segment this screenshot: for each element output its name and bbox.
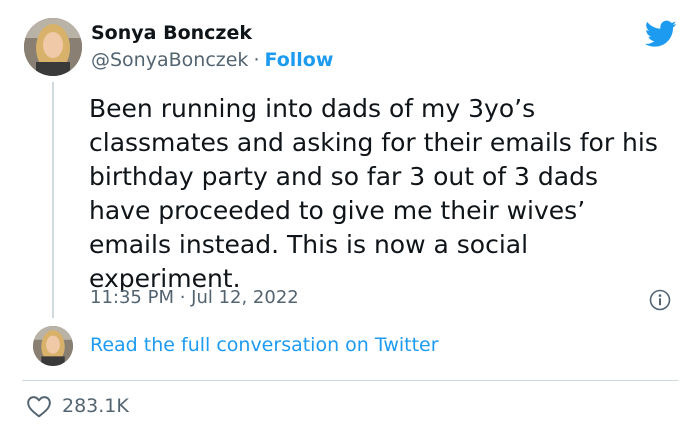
avatar-photo <box>33 326 73 366</box>
author-handle[interactable]: @SonyaBonczek <box>91 49 248 71</box>
read-conversation-link[interactable]: Read the full conversation on Twitter <box>90 334 439 356</box>
like-button[interactable]: 283.1K <box>26 394 129 418</box>
follow-button[interactable]: Follow <box>264 49 333 71</box>
tweet-line: have proceeded to give me their wives’ <box>89 196 586 225</box>
twitter-bird-icon[interactable] <box>645 20 677 48</box>
tweet-timestamp[interactable]: 11:35 PM · Jul 12, 2022 <box>90 287 299 308</box>
tweet-line: birthday party and so far 3 out of 3 dad… <box>89 162 598 191</box>
tweet-line: classmates and asking for their emails f… <box>89 128 658 157</box>
tweet-text: Been running into dads of my 3yo’s class… <box>89 92 689 296</box>
author-avatar[interactable] <box>24 18 82 76</box>
divider <box>22 380 678 381</box>
tweet-line: emails instead. This is now a social <box>89 230 529 259</box>
avatar-photo <box>24 18 82 76</box>
author-handle-row: @SonyaBonczek · Follow <box>91 49 333 71</box>
thread-line <box>52 82 54 318</box>
separator-dot: · <box>253 49 260 71</box>
conversation-avatar[interactable] <box>33 326 73 366</box>
heart-icon[interactable] <box>26 394 52 418</box>
author-name[interactable]: Sonya Bonczek <box>91 22 252 44</box>
tweet-line: Been running into dads of my 3yo’s <box>89 94 536 123</box>
like-count: 283.1K <box>62 395 129 417</box>
info-icon[interactable] <box>649 289 671 311</box>
